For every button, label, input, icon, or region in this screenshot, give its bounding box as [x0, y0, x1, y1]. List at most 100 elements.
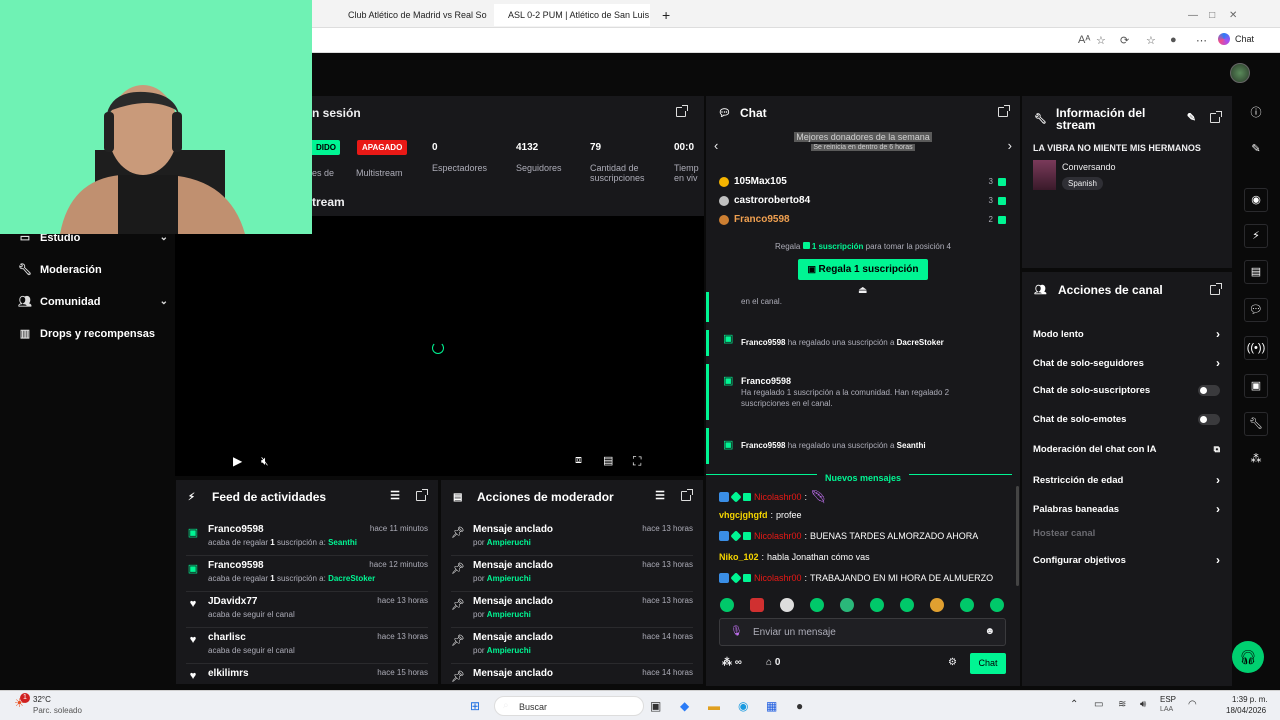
- play-icon[interactable]: ▶: [233, 454, 242, 468]
- emote-only-toggle[interactable]: [1198, 414, 1220, 425]
- chat-input[interactable]: 🎙︎ Enviar un mensaje ☻: [719, 618, 1006, 646]
- channel-points[interactable]: ⁂ ∞: [722, 657, 742, 668]
- emote-icon[interactable]: [990, 598, 1004, 612]
- action-emote-only[interactable]: Chat de solo-emotes: [1033, 414, 1220, 425]
- emote-icon[interactable]: [900, 598, 914, 612]
- info-icon[interactable]: ⓘ: [1244, 102, 1268, 126]
- microphone-icon[interactable]: 🎙︎: [730, 626, 743, 637]
- popout-icon[interactable]: [676, 105, 688, 117]
- action-age-restriction[interactable]: Restricción de edad ›: [1033, 473, 1220, 487]
- chat-message[interactable]: Nicolashr00: BUENAS TARDES ALMORZADO AHOR…: [719, 530, 1006, 542]
- settings-gear-icon[interactable]: ⚙: [948, 657, 957, 668]
- fullscreen-icon[interactable]: ⛶: [633, 454, 641, 469]
- donor-row[interactable]: castroroberto84 3: [719, 195, 1006, 206]
- mod-action-item[interactable]: 📌︎ Mensaje anclado hace 13 horas por Amp…: [451, 558, 693, 592]
- profile-icon[interactable]: ●: [1170, 34, 1177, 46]
- browser-tab-active[interactable]: ASL 0-2 PUM | Atlético de San Luis ×: [494, 4, 650, 26]
- emote-icon[interactable]: [870, 598, 884, 612]
- action-followers-only[interactable]: Chat de solo-seguidores ›: [1033, 356, 1220, 370]
- windows-start-icon[interactable]: ⊞: [470, 699, 480, 713]
- chat-scrollbar[interactable]: [1016, 486, 1019, 586]
- tag-chip[interactable]: Spanish: [1062, 177, 1103, 190]
- clip-icon[interactable]: ▤: [603, 454, 613, 467]
- wrench-icon[interactable]: 🔧︎: [1244, 412, 1268, 436]
- community-icon[interactable]: ⁂: [1244, 448, 1268, 472]
- collections-icon[interactable]: ☆: [1146, 34, 1156, 47]
- feed-item[interactable]: ▣ Franco9598 hace 12 minutos acaba de re…: [186, 558, 428, 592]
- subs-only-toggle[interactable]: [1198, 385, 1220, 396]
- file-explorer-icon[interactable]: ▬: [708, 699, 720, 713]
- filter-icon[interactable]: ☰: [655, 489, 665, 502]
- emote-icon[interactable]: [840, 598, 854, 612]
- mod-action-item[interactable]: 📌︎ Mensaje anclado hace 14 horas: [451, 666, 693, 684]
- sidebar-item-moderacion[interactable]: 🔧︎ Moderación: [18, 263, 168, 277]
- chat-message[interactable]: Niko_102: habla Jonathan cómo vas: [719, 552, 1006, 562]
- emote-icon[interactable]: [810, 598, 824, 612]
- feed-item[interactable]: ♥ elkilimrs hace 15 horas: [186, 666, 428, 684]
- new-tab-button[interactable]: +: [654, 4, 678, 26]
- mod-action-item[interactable]: 📌︎ Mensaje anclado hace 14 horas por Amp…: [451, 630, 693, 664]
- system-tray-chevron-icon[interactable]: ⌃: [1070, 699, 1078, 710]
- action-ai-moderation[interactable]: Moderación del chat con IA ⧉: [1033, 444, 1220, 455]
- action-configure-goals[interactable]: Configurar objetivos ›: [1033, 553, 1220, 567]
- favorite-star-icon[interactable]: ☆: [1096, 34, 1106, 47]
- popout-icon[interactable]: [1210, 283, 1222, 295]
- document-icon[interactable]: ▤: [1244, 260, 1268, 284]
- emote-icon[interactable]: [720, 598, 734, 612]
- mod-action-item[interactable]: 📌︎ Mensaje anclado hace 13 horas por Amp…: [451, 594, 693, 628]
- edit-pencil-icon[interactable]: ✎: [1244, 138, 1268, 162]
- edge-browser-icon[interactable]: ◉: [738, 699, 748, 713]
- tray-icon[interactable]: ▭: [1094, 699, 1103, 710]
- media-icon[interactable]: ▣: [1244, 374, 1268, 398]
- lightning-icon[interactable]: ⚡︎: [1244, 224, 1268, 248]
- donor-row[interactable]: Franco9598 2: [719, 214, 1006, 225]
- wifi-icon[interactable]: ◠: [1188, 699, 1197, 710]
- support-button[interactable]: 🎧︎: [1232, 641, 1264, 673]
- gift-sub-button[interactable]: ▣ Regala 1 suscripción: [798, 259, 928, 280]
- store-icon[interactable]: ▦: [766, 699, 777, 713]
- edit-pencil-icon[interactable]: ✎: [1187, 111, 1196, 124]
- volume-icon[interactable]: 🔊︎: [1140, 699, 1146, 710]
- category-name[interactable]: Conversando: [1062, 162, 1116, 172]
- menu-dots-icon[interactable]: ⋯: [1196, 34, 1207, 47]
- obs-icon[interactable]: ●: [796, 699, 803, 713]
- read-aloud-icon[interactable]: Aᴬ: [1078, 34, 1090, 46]
- task-view-icon[interactable]: ▣: [650, 699, 661, 713]
- mute-icon[interactable]: 🔇︎: [261, 454, 269, 469]
- user-avatar[interactable]: [1230, 63, 1250, 83]
- popout-icon[interactable]: [416, 489, 428, 501]
- donor-row[interactable]: 105Max105 3: [719, 176, 1006, 187]
- chat-message[interactable]: Nicolashr00: TRABAJANDO EN MI HORA DE ALM…: [719, 572, 1006, 584]
- emote-icon[interactable]: [780, 598, 794, 612]
- camera-icon[interactable]: ◉: [1244, 188, 1268, 212]
- chat-message[interactable]: vhgcjghgfd: profee: [719, 510, 1006, 520]
- chat-bubble-icon[interactable]: 💬︎: [1244, 298, 1268, 322]
- sidebar-item-comunidad[interactable]: 👥︎ Comunidad ⌄: [18, 295, 168, 309]
- theater-mode-icon[interactable]: ⧈: [575, 454, 582, 467]
- taskbar-search[interactable]: ⌕ Buscar: [494, 696, 644, 716]
- broadcast-icon[interactable]: ((•)): [1244, 336, 1268, 360]
- emote-icon[interactable]: [960, 598, 974, 612]
- emote-icon[interactable]: [930, 598, 944, 612]
- filter-icon[interactable]: ☰: [390, 489, 400, 502]
- copilot-app-icon[interactable]: ◆: [680, 699, 689, 713]
- feed-item[interactable]: ♥ JDavidx77 hace 13 horas acaba de segui…: [186, 594, 428, 628]
- action-banned-words[interactable]: Palabras baneadas ›: [1033, 502, 1220, 516]
- network-icon[interactable]: ≋: [1118, 699, 1126, 710]
- window-controls[interactable]: — □ ✕: [1180, 4, 1245, 26]
- gifts-counter[interactable]: ⌂ 0: [766, 657, 780, 668]
- chat-message[interactable]: Nicolashr00: 🪶︎: [719, 489, 1006, 505]
- emote-icon[interactable]: [750, 598, 764, 612]
- browser-tab[interactable]: Club Atlético de Madrid vs Real So ×: [334, 4, 490, 26]
- video-player[interactable]: ▶ 🔇︎ ⧈ ▤ ⛶: [175, 216, 704, 476]
- copilot-button[interactable]: Chat: [1218, 33, 1254, 45]
- action-slow-mode[interactable]: Modo lento ›: [1033, 327, 1220, 341]
- feed-item[interactable]: ♥ charlisc hace 13 horas acaba de seguir…: [186, 630, 428, 664]
- mod-action-item[interactable]: 📌︎ Mensaje anclado hace 13 horas por Amp…: [451, 522, 693, 556]
- send-chat-button[interactable]: Chat: [970, 653, 1006, 674]
- emoji-icon[interactable]: ☻: [984, 626, 995, 637]
- popout-icon[interactable]: [998, 105, 1010, 117]
- sidebar-item-drops[interactable]: ▥ Drops y recompensas: [18, 327, 168, 341]
- extensions-icon[interactable]: ⟳: [1120, 34, 1129, 47]
- action-subs-only[interactable]: Chat de solo-suscriptores: [1033, 385, 1220, 396]
